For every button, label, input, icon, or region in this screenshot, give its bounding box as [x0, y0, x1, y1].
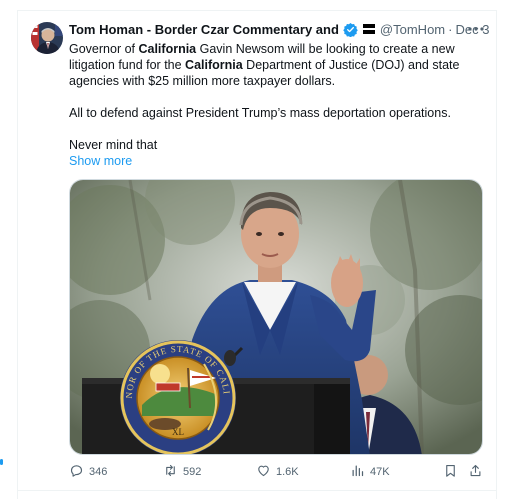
more-icon[interactable] — [466, 20, 486, 38]
timeline-divider-top — [17, 10, 497, 11]
like-button[interactable]: 1.6K — [256, 461, 299, 483]
bookmark-button[interactable] — [443, 461, 458, 483]
hashtag-california: California — [185, 58, 243, 72]
svg-text:XL: XL — [172, 427, 184, 437]
tweet-header: Tom Homan - Border Czar Commentary and @… — [69, 19, 489, 39]
like-count: 1.6K — [276, 466, 299, 478]
share-icon — [468, 463, 483, 481]
tweet-body: Governor of California Gavin Newsom will… — [69, 41, 479, 89]
views-button[interactable]: 47K — [350, 461, 390, 483]
bookmark-icon — [443, 463, 458, 481]
like-icon — [256, 463, 271, 481]
hashtag-california: California — [138, 42, 197, 56]
scroll-indicator — [0, 459, 3, 465]
display-name[interactable]: Tom Homan - Border Czar Commentary and — [69, 22, 339, 37]
timeline-divider-bottom — [17, 490, 497, 491]
flag-icon — [362, 24, 375, 34]
user-handle[interactable]: @TomHom — [380, 22, 445, 37]
tweet-photo[interactable]: XL GOVERNOR OF THE STATE OF CALIFORNIA — [69, 179, 483, 455]
body-text: Governor of — [69, 42, 139, 56]
reply-button[interactable]: 346 — [69, 461, 107, 483]
tweet-action-bar: 346 592 1.6K 47K — [69, 461, 487, 483]
repost-button[interactable]: 592 — [163, 461, 201, 483]
views-icon — [350, 463, 365, 481]
verified-badge-icon — [343, 22, 358, 37]
reply-count: 346 — [89, 466, 108, 478]
body-paragraph: Never mind that — [69, 138, 158, 152]
timeline-border-left — [17, 10, 18, 499]
avatar[interactable] — [31, 22, 63, 54]
show-more-link[interactable]: Show more — [69, 153, 132, 169]
repost-count: 592 — [183, 466, 202, 478]
header-separator: · — [448, 21, 453, 37]
reply-icon — [69, 463, 84, 481]
repost-icon — [163, 463, 178, 481]
timeline-border-right — [496, 10, 497, 499]
views-count: 47K — [370, 466, 390, 478]
body-paragraph: All to defend against President Trump’s … — [69, 106, 451, 120]
share-button[interactable] — [468, 461, 483, 483]
